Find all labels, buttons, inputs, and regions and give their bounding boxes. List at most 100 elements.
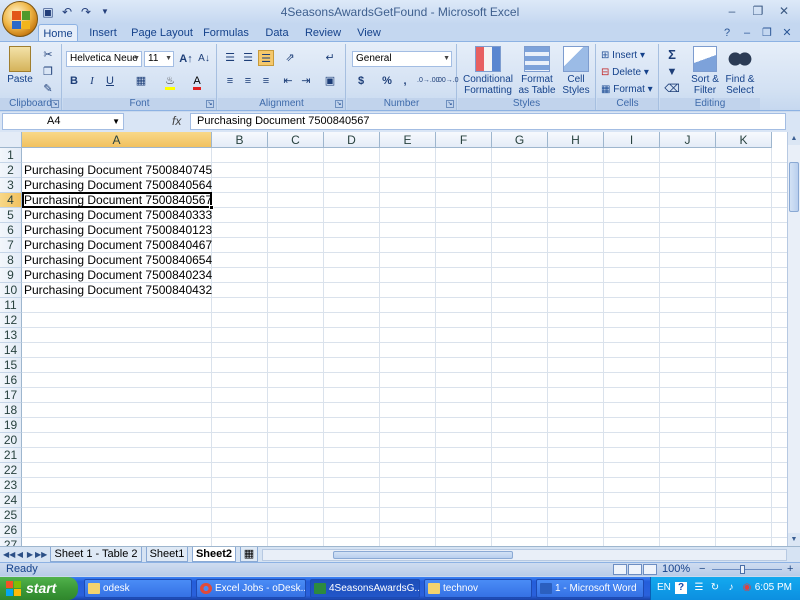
row-header-4[interactable]: 4	[0, 193, 22, 208]
row-header-27[interactable]: 27	[0, 538, 22, 546]
column-header-j[interactable]: J	[660, 132, 716, 148]
find-select-button[interactable]: Find & Select	[722, 46, 758, 96]
decrease-indent-icon[interactable]: ⇤	[280, 73, 296, 89]
percent-button[interactable]: %	[379, 73, 395, 89]
last-sheet-icon[interactable]: ▶▶	[35, 549, 47, 561]
restore-workbook-icon[interactable]: ❐	[760, 26, 774, 40]
row-header-26[interactable]: 26	[0, 523, 22, 538]
comma-button[interactable]: ,	[397, 73, 413, 89]
cell-a10[interactable]: Purchasing Document 7500840432	[24, 283, 212, 298]
cell-styles-button[interactable]: Cell Styles	[558, 46, 594, 96]
row-header-10[interactable]: 10	[0, 283, 22, 298]
cell-a2[interactable]: Purchasing Document 7500840745	[24, 163, 212, 178]
minimize-icon[interactable]: –	[720, 2, 744, 20]
page-break-view-icon[interactable]	[643, 564, 657, 575]
tab-page-layout[interactable]: Page Layout	[130, 24, 194, 42]
wrap-text-icon[interactable]: ↵	[322, 50, 338, 66]
vertical-scrollbar[interactable]: ▲ ▼	[787, 132, 800, 546]
font-launcher-icon[interactable]: ↘	[206, 100, 214, 108]
clear-icon[interactable]: ⌫	[664, 81, 680, 97]
row-header-21[interactable]: 21	[0, 448, 22, 463]
restore-icon[interactable]: ❐	[746, 2, 770, 20]
normal-view-icon[interactable]	[613, 564, 627, 575]
conditional-formatting-button[interactable]: Conditional Formatting	[460, 46, 516, 96]
column-header-c[interactable]: C	[268, 132, 324, 148]
column-header-e[interactable]: E	[380, 132, 436, 148]
row-header-7[interactable]: 7	[0, 238, 22, 253]
currency-button[interactable]: $	[353, 73, 369, 89]
row-header-2[interactable]: 2	[0, 163, 22, 178]
paste-button[interactable]: Paste	[6, 46, 34, 85]
row-header-12[interactable]: 12	[0, 313, 22, 328]
column-header-a[interactable]: A	[22, 132, 212, 148]
align-right-icon[interactable]: ≡	[258, 73, 274, 89]
row-header-9[interactable]: 9	[0, 268, 22, 283]
sheet-tab-sheet1[interactable]: Sheet1	[146, 547, 188, 562]
row-header-24[interactable]: 24	[0, 493, 22, 508]
tab-review[interactable]: Review	[303, 24, 343, 42]
zoom-slider[interactable]	[712, 569, 782, 570]
grow-font-icon[interactable]: A↑	[178, 51, 194, 67]
row-header-18[interactable]: 18	[0, 403, 22, 418]
zoom-in-button[interactable]: +	[787, 563, 793, 576]
insert-sheet-icon[interactable]: ▦	[240, 547, 258, 562]
row-header-22[interactable]: 22	[0, 463, 22, 478]
font-color-icon[interactable]: A	[189, 73, 205, 90]
cell-a5[interactable]: Purchasing Document 7500840333	[24, 208, 212, 223]
tab-formulas[interactable]: Formulas	[201, 24, 251, 42]
taskbar-item-word[interactable]: 1 - Microsoft Word	[536, 579, 644, 598]
alignment-launcher-icon[interactable]: ↘	[335, 100, 343, 108]
format-cells-button[interactable]: ▦ Format ▾	[601, 82, 653, 98]
taskbar-item-excel[interactable]: 4SeasonsAwardsG...	[310, 579, 420, 598]
row-header-5[interactable]: 5	[0, 208, 22, 223]
tab-data[interactable]: Data	[262, 24, 292, 42]
increase-indent-icon[interactable]: ⇥	[298, 73, 314, 89]
insert-function-button[interactable]: fx	[172, 114, 181, 128]
underline-button[interactable]: U	[102, 73, 118, 89]
page-layout-view-icon[interactable]	[628, 564, 642, 575]
row-header-19[interactable]: 19	[0, 418, 22, 433]
decrease-decimal-button[interactable]: .00→.0	[436, 73, 459, 89]
borders-icon[interactable]: ▦	[133, 73, 149, 89]
cell-a9[interactable]: Purchasing Document 7500840234	[24, 268, 212, 283]
sheet-tab-sheet2[interactable]: Sheet2	[192, 547, 236, 562]
font-name-combo[interactable]: Helvetica Neue ▼	[66, 51, 142, 67]
close-workbook-icon[interactable]: ✕	[780, 26, 794, 40]
tab-insert[interactable]: Insert	[86, 24, 120, 42]
close-icon[interactable]: ✕	[772, 2, 796, 20]
row-header-14[interactable]: 14	[0, 343, 22, 358]
worksheet-grid[interactable]: A B C D E F G H I J K 1 2 Purchasing Document 7500840…	[0, 132, 787, 546]
next-sheet-icon[interactable]: ▶	[25, 549, 35, 561]
select-all-button[interactable]	[0, 132, 22, 148]
row-header-11[interactable]: 11	[0, 298, 22, 313]
column-header-g[interactable]: G	[492, 132, 548, 148]
help-tray-icon[interactable]: ?	[675, 582, 687, 594]
row-header-16[interactable]: 16	[0, 373, 22, 388]
name-box[interactable]: A4 ▼	[2, 113, 124, 130]
taskbar-item-odesk[interactable]: odesk	[84, 579, 192, 598]
align-center-icon[interactable]: ≡	[240, 73, 256, 89]
office-button[interactable]	[2, 1, 38, 37]
security-icon[interactable]: ◉	[741, 582, 753, 594]
sheet-tab-sheet-1-table-2[interactable]: Sheet 1 - Table 2	[50, 547, 142, 562]
row-header-17[interactable]: 17	[0, 388, 22, 403]
scroll-up-icon[interactable]: ▲	[788, 132, 800, 145]
zoom-out-button[interactable]: −	[699, 563, 705, 576]
bold-button[interactable]: B	[66, 73, 82, 89]
row-header-25[interactable]: 25	[0, 508, 22, 523]
zoom-level[interactable]: 100%	[662, 563, 690, 576]
volume-icon[interactable]: ♪	[725, 582, 737, 594]
format-as-table-button[interactable]: Format as Table	[516, 46, 558, 96]
row-header-8[interactable]: 8	[0, 253, 22, 268]
fill-handle[interactable]	[209, 205, 214, 210]
column-header-h[interactable]: H	[548, 132, 604, 148]
clipboard-launcher-icon[interactable]: ↘	[51, 100, 59, 108]
column-header-b[interactable]: B	[212, 132, 268, 148]
sort-filter-button[interactable]: Sort & Filter	[688, 46, 722, 96]
cell-a3[interactable]: Purchasing Document 7500840564	[24, 178, 212, 193]
delete-cells-button[interactable]: ⊟ Delete ▾	[601, 65, 649, 81]
cell-a8[interactable]: Purchasing Document 7500840654	[24, 253, 212, 268]
cell-a6[interactable]: Purchasing Document 7500840123	[24, 223, 212, 238]
vertical-scroll-thumb[interactable]	[789, 162, 799, 212]
horizontal-scroll-thumb[interactable]	[333, 551, 513, 559]
